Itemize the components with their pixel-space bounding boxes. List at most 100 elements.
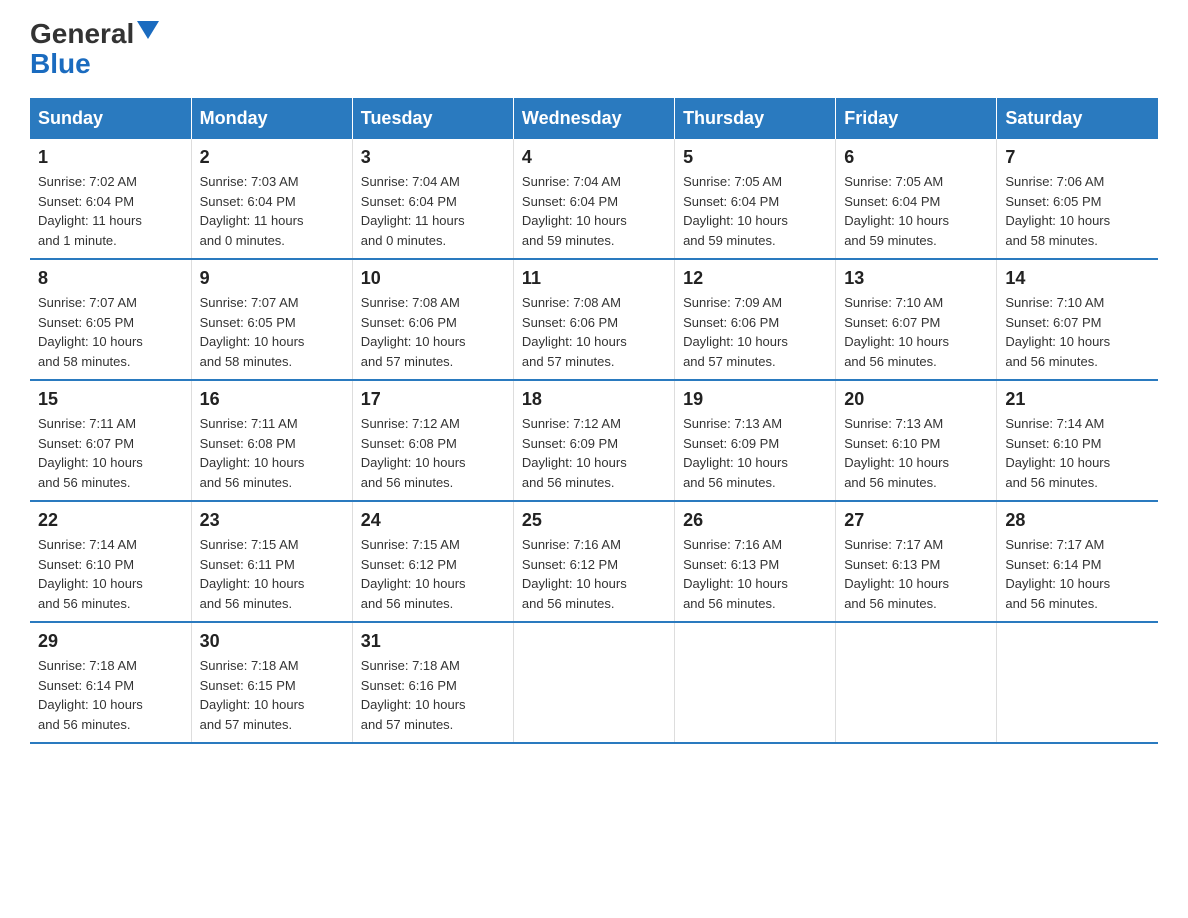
week-row-4: 22 Sunrise: 7:14 AMSunset: 6:10 PMDaylig… bbox=[30, 501, 1158, 622]
day-info: Sunrise: 7:06 AMSunset: 6:05 PMDaylight:… bbox=[1005, 172, 1150, 250]
day-number: 1 bbox=[38, 147, 183, 168]
day-cell: 1 Sunrise: 7:02 AMSunset: 6:04 PMDayligh… bbox=[30, 139, 191, 259]
page-header: General Blue bbox=[30, 20, 1158, 78]
day-info: Sunrise: 7:09 AMSunset: 6:06 PMDaylight:… bbox=[683, 293, 827, 371]
day-info: Sunrise: 7:05 AMSunset: 6:04 PMDaylight:… bbox=[844, 172, 988, 250]
day-info: Sunrise: 7:07 AMSunset: 6:05 PMDaylight:… bbox=[200, 293, 344, 371]
day-cell: 25 Sunrise: 7:16 AMSunset: 6:12 PMDaylig… bbox=[513, 501, 674, 622]
day-info: Sunrise: 7:05 AMSunset: 6:04 PMDaylight:… bbox=[683, 172, 827, 250]
day-cell: 27 Sunrise: 7:17 AMSunset: 6:13 PMDaylig… bbox=[836, 501, 997, 622]
day-info: Sunrise: 7:08 AMSunset: 6:06 PMDaylight:… bbox=[522, 293, 666, 371]
day-cell: 18 Sunrise: 7:12 AMSunset: 6:09 PMDaylig… bbox=[513, 380, 674, 501]
day-number: 11 bbox=[522, 268, 666, 289]
day-cell: 10 Sunrise: 7:08 AMSunset: 6:06 PMDaylig… bbox=[352, 259, 513, 380]
day-info: Sunrise: 7:07 AMSunset: 6:05 PMDaylight:… bbox=[38, 293, 183, 371]
day-info: Sunrise: 7:12 AMSunset: 6:09 PMDaylight:… bbox=[522, 414, 666, 492]
day-number: 4 bbox=[522, 147, 666, 168]
day-info: Sunrise: 7:04 AMSunset: 6:04 PMDaylight:… bbox=[522, 172, 666, 250]
day-cell: 9 Sunrise: 7:07 AMSunset: 6:05 PMDayligh… bbox=[191, 259, 352, 380]
day-info: Sunrise: 7:14 AMSunset: 6:10 PMDaylight:… bbox=[38, 535, 183, 613]
day-cell: 19 Sunrise: 7:13 AMSunset: 6:09 PMDaylig… bbox=[675, 380, 836, 501]
day-info: Sunrise: 7:18 AMSunset: 6:16 PMDaylight:… bbox=[361, 656, 505, 734]
day-cell: 28 Sunrise: 7:17 AMSunset: 6:14 PMDaylig… bbox=[997, 501, 1158, 622]
day-number: 19 bbox=[683, 389, 827, 410]
day-cell bbox=[675, 622, 836, 743]
day-cell: 31 Sunrise: 7:18 AMSunset: 6:16 PMDaylig… bbox=[352, 622, 513, 743]
day-info: Sunrise: 7:17 AMSunset: 6:14 PMDaylight:… bbox=[1005, 535, 1150, 613]
day-info: Sunrise: 7:11 AMSunset: 6:08 PMDaylight:… bbox=[200, 414, 344, 492]
day-cell: 3 Sunrise: 7:04 AMSunset: 6:04 PMDayligh… bbox=[352, 139, 513, 259]
day-number: 22 bbox=[38, 510, 183, 531]
calendar-header: SundayMondayTuesdayWednesdayThursdayFrid… bbox=[30, 98, 1158, 139]
day-number: 3 bbox=[361, 147, 505, 168]
calendar-body: 1 Sunrise: 7:02 AMSunset: 6:04 PMDayligh… bbox=[30, 139, 1158, 743]
day-number: 13 bbox=[844, 268, 988, 289]
day-cell bbox=[836, 622, 997, 743]
day-info: Sunrise: 7:08 AMSunset: 6:06 PMDaylight:… bbox=[361, 293, 505, 371]
day-number: 16 bbox=[200, 389, 344, 410]
day-number: 5 bbox=[683, 147, 827, 168]
header-cell-tuesday: Tuesday bbox=[352, 98, 513, 139]
day-cell: 2 Sunrise: 7:03 AMSunset: 6:04 PMDayligh… bbox=[191, 139, 352, 259]
day-info: Sunrise: 7:11 AMSunset: 6:07 PMDaylight:… bbox=[38, 414, 183, 492]
week-row-1: 1 Sunrise: 7:02 AMSunset: 6:04 PMDayligh… bbox=[30, 139, 1158, 259]
day-number: 31 bbox=[361, 631, 505, 652]
day-info: Sunrise: 7:16 AMSunset: 6:13 PMDaylight:… bbox=[683, 535, 827, 613]
day-cell: 30 Sunrise: 7:18 AMSunset: 6:15 PMDaylig… bbox=[191, 622, 352, 743]
day-cell: 15 Sunrise: 7:11 AMSunset: 6:07 PMDaylig… bbox=[30, 380, 191, 501]
day-number: 10 bbox=[361, 268, 505, 289]
week-row-3: 15 Sunrise: 7:11 AMSunset: 6:07 PMDaylig… bbox=[30, 380, 1158, 501]
day-number: 18 bbox=[522, 389, 666, 410]
day-number: 2 bbox=[200, 147, 344, 168]
day-number: 15 bbox=[38, 389, 183, 410]
day-info: Sunrise: 7:16 AMSunset: 6:12 PMDaylight:… bbox=[522, 535, 666, 613]
day-info: Sunrise: 7:18 AMSunset: 6:14 PMDaylight:… bbox=[38, 656, 183, 734]
day-cell: 13 Sunrise: 7:10 AMSunset: 6:07 PMDaylig… bbox=[836, 259, 997, 380]
day-info: Sunrise: 7:12 AMSunset: 6:08 PMDaylight:… bbox=[361, 414, 505, 492]
day-number: 25 bbox=[522, 510, 666, 531]
day-number: 29 bbox=[38, 631, 183, 652]
day-cell: 5 Sunrise: 7:05 AMSunset: 6:04 PMDayligh… bbox=[675, 139, 836, 259]
header-cell-saturday: Saturday bbox=[997, 98, 1158, 139]
day-number: 27 bbox=[844, 510, 988, 531]
day-number: 7 bbox=[1005, 147, 1150, 168]
day-info: Sunrise: 7:15 AMSunset: 6:11 PMDaylight:… bbox=[200, 535, 344, 613]
day-info: Sunrise: 7:14 AMSunset: 6:10 PMDaylight:… bbox=[1005, 414, 1150, 492]
day-number: 17 bbox=[361, 389, 505, 410]
day-number: 14 bbox=[1005, 268, 1150, 289]
day-number: 30 bbox=[200, 631, 344, 652]
day-info: Sunrise: 7:04 AMSunset: 6:04 PMDaylight:… bbox=[361, 172, 505, 250]
day-number: 6 bbox=[844, 147, 988, 168]
day-cell: 26 Sunrise: 7:16 AMSunset: 6:13 PMDaylig… bbox=[675, 501, 836, 622]
day-number: 28 bbox=[1005, 510, 1150, 531]
day-number: 12 bbox=[683, 268, 827, 289]
day-number: 9 bbox=[200, 268, 344, 289]
day-info: Sunrise: 7:17 AMSunset: 6:13 PMDaylight:… bbox=[844, 535, 988, 613]
day-cell bbox=[513, 622, 674, 743]
day-info: Sunrise: 7:03 AMSunset: 6:04 PMDaylight:… bbox=[200, 172, 344, 250]
day-cell: 24 Sunrise: 7:15 AMSunset: 6:12 PMDaylig… bbox=[352, 501, 513, 622]
day-cell: 17 Sunrise: 7:12 AMSunset: 6:08 PMDaylig… bbox=[352, 380, 513, 501]
day-number: 26 bbox=[683, 510, 827, 531]
logo: General Blue bbox=[30, 20, 159, 78]
day-number: 8 bbox=[38, 268, 183, 289]
week-row-5: 29 Sunrise: 7:18 AMSunset: 6:14 PMDaylig… bbox=[30, 622, 1158, 743]
header-cell-thursday: Thursday bbox=[675, 98, 836, 139]
day-info: Sunrise: 7:13 AMSunset: 6:09 PMDaylight:… bbox=[683, 414, 827, 492]
logo-triangle-icon bbox=[137, 21, 159, 39]
week-row-2: 8 Sunrise: 7:07 AMSunset: 6:05 PMDayligh… bbox=[30, 259, 1158, 380]
day-cell: 6 Sunrise: 7:05 AMSunset: 6:04 PMDayligh… bbox=[836, 139, 997, 259]
day-cell: 7 Sunrise: 7:06 AMSunset: 6:05 PMDayligh… bbox=[997, 139, 1158, 259]
day-cell: 21 Sunrise: 7:14 AMSunset: 6:10 PMDaylig… bbox=[997, 380, 1158, 501]
day-info: Sunrise: 7:02 AMSunset: 6:04 PMDaylight:… bbox=[38, 172, 183, 250]
day-cell: 12 Sunrise: 7:09 AMSunset: 6:06 PMDaylig… bbox=[675, 259, 836, 380]
header-cell-monday: Monday bbox=[191, 98, 352, 139]
logo-text-blue: Blue bbox=[30, 50, 91, 78]
day-info: Sunrise: 7:10 AMSunset: 6:07 PMDaylight:… bbox=[1005, 293, 1150, 371]
day-info: Sunrise: 7:10 AMSunset: 6:07 PMDaylight:… bbox=[844, 293, 988, 371]
logo-text-general: General bbox=[30, 20, 134, 48]
day-cell: 8 Sunrise: 7:07 AMSunset: 6:05 PMDayligh… bbox=[30, 259, 191, 380]
day-cell: 4 Sunrise: 7:04 AMSunset: 6:04 PMDayligh… bbox=[513, 139, 674, 259]
day-cell: 20 Sunrise: 7:13 AMSunset: 6:10 PMDaylig… bbox=[836, 380, 997, 501]
day-info: Sunrise: 7:13 AMSunset: 6:10 PMDaylight:… bbox=[844, 414, 988, 492]
